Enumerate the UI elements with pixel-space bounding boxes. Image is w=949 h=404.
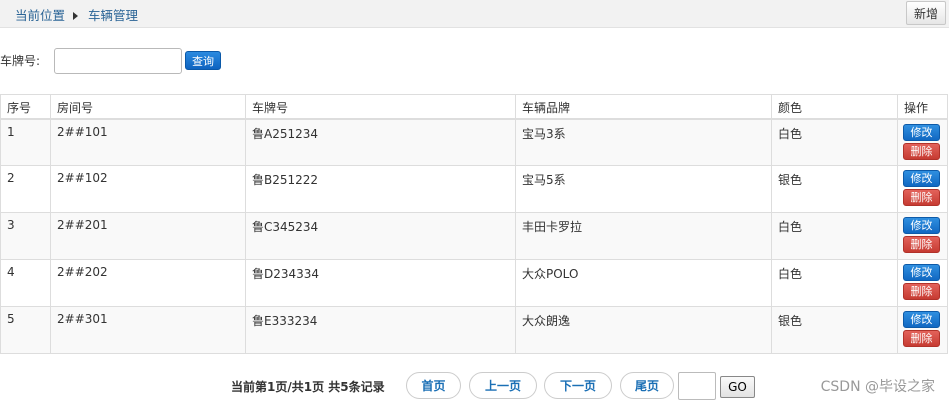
prev-page-button[interactable]: 上一页 — [469, 372, 537, 399]
next-page-button[interactable]: 下一页 — [544, 372, 612, 399]
cell-plate: 鲁A251234 — [245, 118, 516, 166]
cell-color: 白色 — [771, 118, 898, 166]
page-number-input[interactable] — [678, 372, 716, 400]
cell-plate: 鲁E333234 — [245, 306, 516, 354]
cell-plate: 鲁C345234 — [245, 212, 516, 260]
delete-button[interactable]: 删除 — [903, 236, 940, 253]
table-row: 3 2##201 鲁C345234 丰田卡罗拉 白色 修改 删除 — [0, 212, 948, 260]
caret-right-icon — [73, 12, 79, 20]
edit-button[interactable]: 修改 — [903, 170, 940, 187]
table-row: 2 2##102 鲁B251222 宝马5系 银色 修改 删除 — [0, 165, 948, 213]
column-header-room: 房间号 — [50, 94, 246, 120]
cell-plate: 鲁D234334 — [245, 259, 516, 307]
cell-brand: 宝马5系 — [515, 165, 772, 213]
add-button[interactable]: 新增 — [906, 1, 946, 25]
cell-room: 2##102 — [50, 165, 246, 213]
cell-index: 4 — [0, 259, 51, 307]
cell-plate: 鲁B251222 — [245, 165, 516, 213]
cell-actions: 修改 删除 — [897, 118, 948, 166]
cell-index: 5 — [0, 306, 51, 354]
first-page-button[interactable]: 首页 — [406, 372, 461, 399]
cell-color: 白色 — [771, 212, 898, 260]
column-header-plate: 车牌号 — [245, 94, 516, 120]
cell-room: 2##301 — [50, 306, 246, 354]
cell-room: 2##101 — [50, 118, 246, 166]
cell-room: 2##201 — [50, 212, 246, 260]
edit-button[interactable]: 修改 — [903, 217, 940, 234]
delete-button[interactable]: 删除 — [903, 142, 940, 160]
delete-button[interactable]: 删除 — [903, 283, 940, 300]
pagination: 当前第1页/共1页 共5条记录 首页 上一页 下一页 尾页 GO — [0, 371, 949, 401]
breadcrumb-current-label: 当前位置 — [15, 8, 66, 23]
breadcrumb-page[interactable]: 车辆管理 — [88, 8, 138, 23]
delete-button[interactable]: 删除 — [903, 189, 940, 206]
cell-color: 银色 — [771, 165, 898, 213]
cell-brand: 宝马3系 — [515, 118, 772, 166]
column-header-color: 颜色 — [771, 94, 898, 120]
go-button[interactable]: GO — [720, 376, 755, 398]
table-row: 5 2##301 鲁E333234 大众朗逸 银色 修改 删除 — [0, 306, 948, 354]
edit-button[interactable]: 修改 — [903, 311, 940, 328]
cell-color: 银色 — [771, 306, 898, 354]
cell-room: 2##202 — [50, 259, 246, 307]
delete-button[interactable]: 删除 — [903, 330, 940, 347]
search-button[interactable]: 查询 — [185, 51, 221, 70]
plate-search-input[interactable] — [54, 48, 182, 74]
page-info: 当前第1页/共1页 共5条记录 — [231, 380, 385, 394]
cell-color: 白色 — [771, 259, 898, 307]
table-header-row: 序号 房间号 车牌号 车辆品牌 颜色 操作 — [0, 94, 948, 120]
plate-search-label: 车牌号: — [0, 54, 41, 68]
breadcrumb: 当前位置 车辆管理 — [15, 5, 138, 24]
column-header-index: 序号 — [0, 94, 51, 120]
cell-brand: 丰田卡罗拉 — [515, 212, 772, 260]
cell-index: 3 — [0, 212, 51, 260]
watermark: CSDN @毕设之家 — [820, 379, 935, 395]
cell-brand: 大众POLO — [515, 259, 772, 307]
cell-index: 2 — [0, 165, 51, 213]
cell-actions: 修改 删除 — [897, 212, 948, 260]
column-header-actions: 操作 — [897, 94, 948, 120]
column-header-brand: 车辆品牌 — [515, 94, 772, 120]
vehicle-table: 序号 房间号 车牌号 车辆品牌 颜色 操作 1 2##101 鲁A251234 … — [0, 94, 948, 354]
cell-actions: 修改 删除 — [897, 165, 948, 213]
cell-actions: 修改 删除 — [897, 259, 948, 307]
cell-index: 1 — [0, 118, 51, 166]
top-bar: 当前位置 车辆管理 新增 — [0, 0, 949, 28]
table-row: 1 2##101 鲁A251234 宝马3系 白色 修改 删除 — [0, 118, 948, 166]
cell-actions: 修改 删除 — [897, 306, 948, 354]
edit-button[interactable]: 修改 — [903, 264, 940, 281]
edit-button[interactable]: 修改 — [903, 123, 940, 141]
table-row: 4 2##202 鲁D234334 大众POLO 白色 修改 删除 — [0, 259, 948, 307]
last-page-button[interactable]: 尾页 — [620, 372, 674, 399]
cell-brand: 大众朗逸 — [515, 306, 772, 354]
